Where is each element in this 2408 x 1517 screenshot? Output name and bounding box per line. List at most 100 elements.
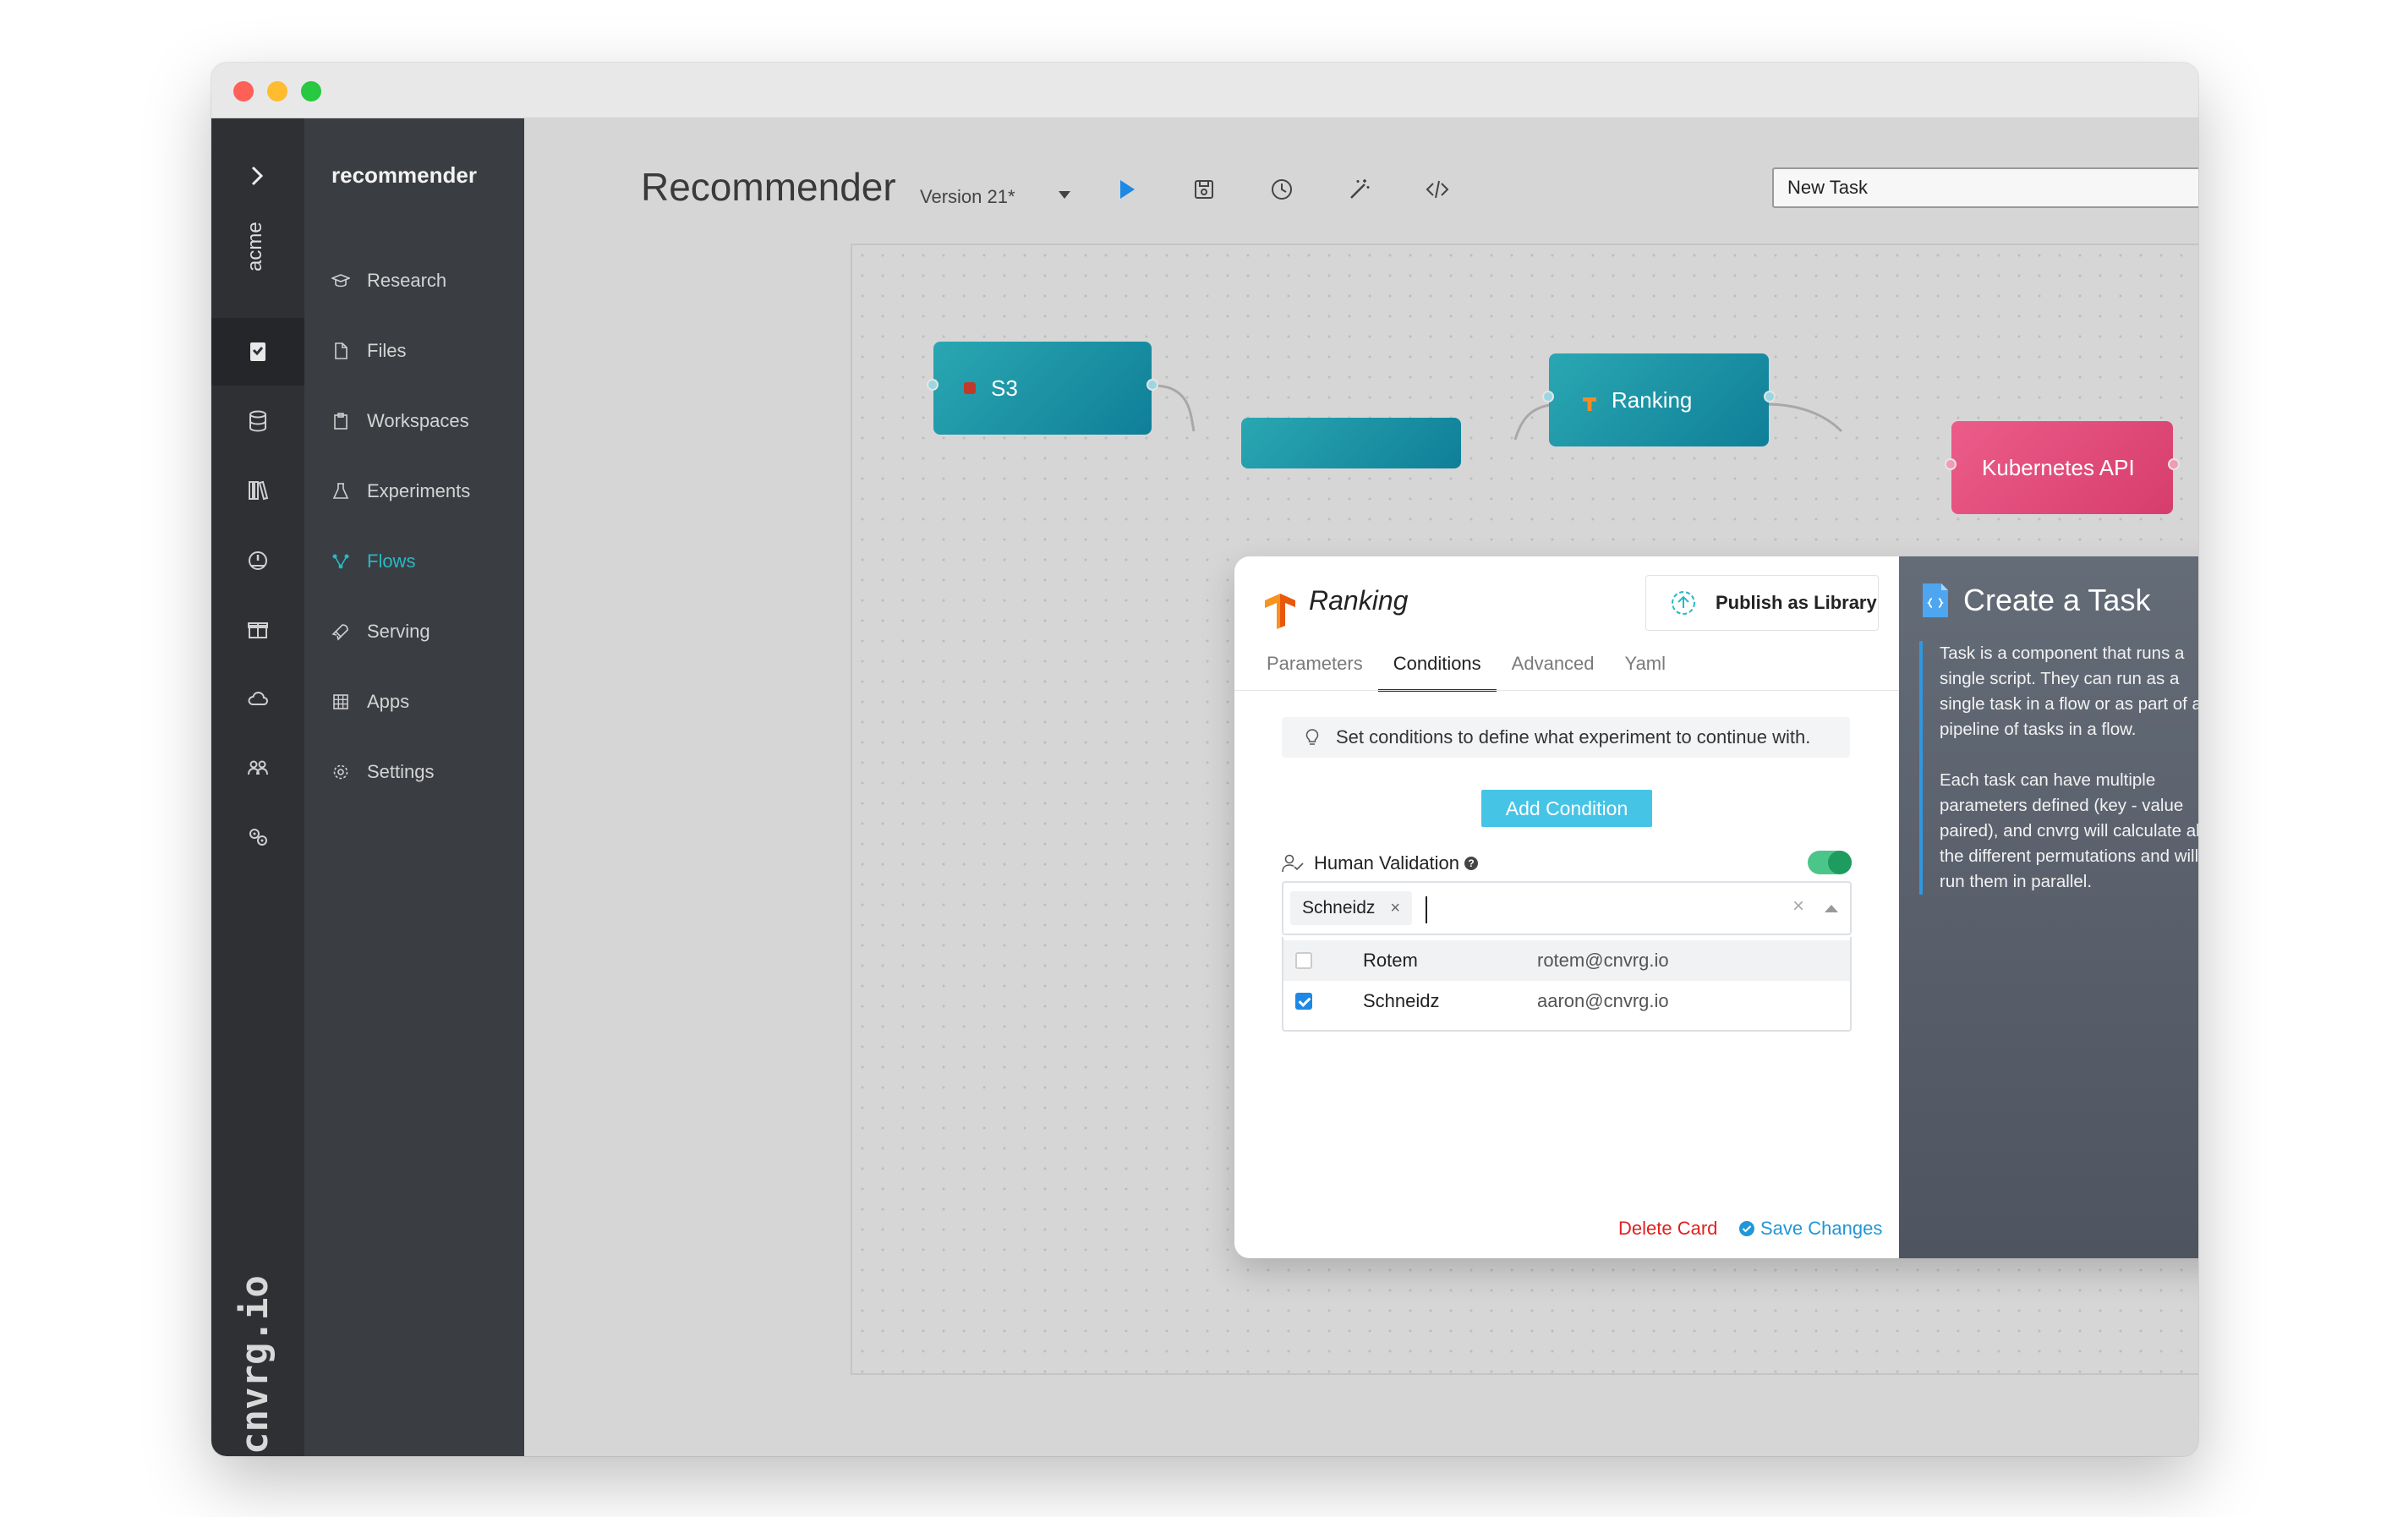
gear-icon	[333, 764, 348, 780]
collapse-arrow-icon[interactable]	[1825, 905, 1838, 912]
node-label: Ranking	[1612, 386, 1693, 413]
close-window-button[interactable]	[233, 81, 254, 101]
expand-chevron-icon[interactable]	[245, 164, 269, 188]
validators-multiselect[interactable]: Schneidz × ×	[1282, 881, 1852, 935]
validator-option-schneidz[interactable]: Schneidz aaron@cnvrg.io	[1283, 981, 1850, 1021]
version-label[interactable]: Version 21*	[920, 186, 1015, 208]
auto-arrange-button[interactable]	[1341, 171, 1378, 208]
input-port[interactable]	[1542, 391, 1554, 403]
history-button[interactable]	[1263, 171, 1300, 208]
library-rail-icon[interactable]	[211, 457, 304, 524]
publish-library-button[interactable]: Publish as Library	[1645, 575, 1879, 631]
help-paragraph: Task is a component that runs a single s…	[1940, 643, 2198, 739]
clock-icon	[1272, 179, 1292, 200]
tensorflow-logo-icon	[1265, 594, 1295, 629]
user-check-icon	[1282, 854, 1304, 873]
sidebar-item-label: Serving	[367, 621, 430, 642]
chip-remove-icon[interactable]: ×	[1390, 899, 1400, 918]
checkbox-checked[interactable]	[1295, 993, 1312, 1010]
sidebar-item-settings[interactable]: Settings	[331, 753, 435, 791]
sidebar-item-files[interactable]: Files	[331, 332, 406, 370]
version-dropdown-caret-icon[interactable]	[1059, 191, 1070, 199]
org-name[interactable]: acme	[244, 213, 269, 281]
output-port[interactable]	[1147, 379, 1158, 391]
hint-text: Set conditions to define what experiment…	[1336, 726, 1811, 748]
sidebar-item-label: Flows	[367, 550, 416, 572]
node-ranking[interactable]: Ranking	[1542, 353, 1776, 446]
selected-validator-chip: Schneidz ×	[1290, 891, 1413, 925]
sidebar-item-experiments[interactable]: Experiments	[331, 473, 470, 510]
task-card-modal: Ranking Publish as Library Parameters Co…	[1234, 556, 2198, 1258]
sidebar-item-flows[interactable]: Flows	[331, 543, 415, 580]
help-icon[interactable]: ?	[1464, 857, 1479, 870]
run-button[interactable]	[1108, 171, 1145, 208]
sidebar-item-research[interactable]: Research	[331, 262, 446, 299]
human-validation-label-row: Human Validation ?	[1282, 851, 1479, 876]
help-paragraph: Each task can have multiple parameters d…	[1940, 770, 2198, 891]
tab-parameters[interactable]: Parameters	[1267, 649, 1363, 692]
code-file-icon	[1923, 583, 1948, 617]
help-title-row: Create a Task	[1921, 582, 2150, 619]
cloud-rail-icon[interactable]	[211, 665, 304, 732]
dashboard-rail-icon[interactable]	[211, 526, 304, 594]
tab-conditions[interactable]: Conditions	[1377, 649, 1497, 692]
library-publish-icon	[1672, 591, 1695, 615]
task-type-select[interactable]: New Task	[1772, 167, 2198, 208]
node-hidden[interactable]	[1241, 418, 1461, 468]
output-port[interactable]	[1764, 391, 1776, 403]
code-icon	[1426, 180, 1449, 199]
project-name: recommender	[331, 162, 477, 188]
check-circle-icon	[1739, 1221, 1754, 1236]
zoom-window-button[interactable]	[301, 81, 321, 101]
card-tabs: Parameters Conditions Advanced Yaml	[1267, 649, 1696, 692]
clear-selection-icon[interactable]: ×	[1792, 895, 1804, 918]
flow-editor: Recommender Version 21* New Task S3 Rank…	[524, 118, 2198, 1456]
lightbulb-icon	[1305, 729, 1319, 745]
compute-settings-rail-icon[interactable]	[211, 803, 304, 871]
code-view-button[interactable]	[1419, 171, 1456, 208]
grid-icon	[333, 694, 348, 709]
validators-options: Rotem rotem@cnvrg.io Schneidz aaron@cnvr…	[1282, 937, 1852, 1032]
sidebar-item-workspaces[interactable]: Workspaces	[331, 403, 469, 440]
users-rail-icon[interactable]	[211, 734, 304, 802]
brand-logo[interactable]: cnvrg.io	[233, 1275, 281, 1454]
save-flow-button[interactable]	[1185, 171, 1223, 208]
add-condition-button[interactable]: Add Condition	[1481, 790, 1652, 827]
tab-advanced[interactable]: Advanced	[1512, 649, 1595, 692]
save-changes-button[interactable]: Save Changes	[1738, 1218, 1882, 1240]
sidebar-item-label: Workspaces	[367, 410, 469, 431]
gift-rail-icon[interactable]	[211, 595, 304, 663]
projects-rail-icon[interactable]	[211, 318, 304, 386]
input-port[interactable]	[1945, 458, 1956, 470]
tensorflow-icon	[1583, 397, 1596, 411]
s3-logo-icon	[964, 382, 976, 394]
chip-label: Schneidz	[1302, 898, 1376, 917]
save-icon	[1195, 180, 1213, 199]
tab-yaml[interactable]: Yaml	[1625, 649, 1666, 692]
card-title: Ranking	[1309, 585, 1409, 616]
option-name: Rotem	[1363, 950, 1418, 971]
conditions-hint: Set conditions to define what experiment…	[1282, 717, 1850, 758]
database-rail-icon[interactable]	[211, 387, 304, 455]
checkbox[interactable]	[1295, 952, 1312, 969]
node-s3[interactable]: S3	[927, 342, 1158, 435]
node-label: Kubernetes API	[1982, 454, 2135, 480]
page-title: Recommender	[641, 165, 896, 209]
input-port[interactable]	[927, 379, 939, 391]
minimize-window-button[interactable]	[267, 81, 287, 101]
flows-icon	[332, 554, 349, 569]
sidebar-item-label: Settings	[367, 761, 435, 782]
sidebar-item-serving[interactable]: Serving	[331, 613, 430, 650]
publish-label: Publish as Library	[1716, 592, 1877, 613]
title-bar	[211, 63, 2198, 118]
validator-option-rotem[interactable]: Rotem rotem@cnvrg.io	[1283, 940, 1850, 981]
node-kubernetes-api[interactable]: Kubernetes API	[1945, 421, 2180, 514]
human-validation-toggle[interactable]	[1808, 851, 1852, 874]
sidebar-item-label: Experiments	[367, 480, 471, 501]
output-port[interactable]	[2168, 458, 2180, 470]
flask-icon	[332, 483, 349, 499]
delete-card-button[interactable]: Delete Card	[1618, 1218, 1717, 1240]
text-cursor	[1426, 896, 1427, 923]
sidebar-item-apps[interactable]: Apps	[331, 683, 409, 720]
rocket-icon	[331, 624, 348, 641]
